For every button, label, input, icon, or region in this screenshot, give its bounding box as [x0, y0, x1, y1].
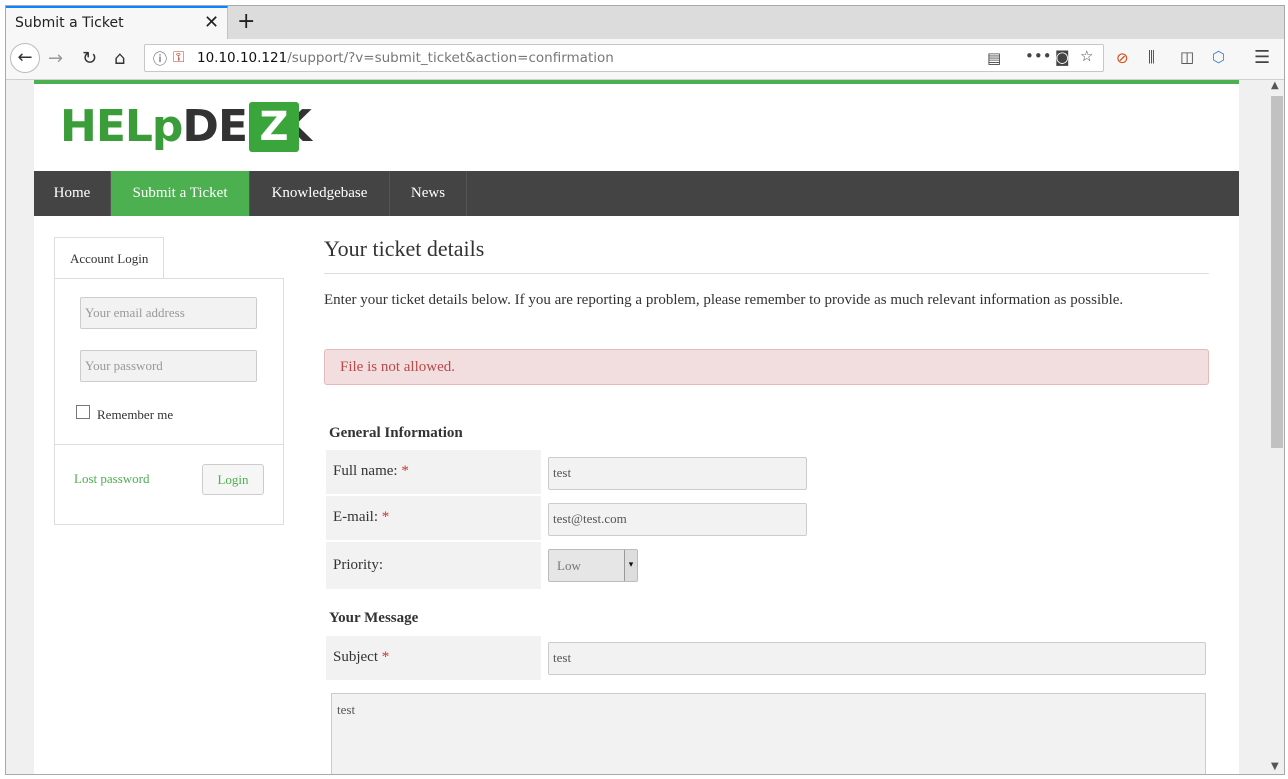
remember-me-checkbox[interactable] [76, 405, 90, 419]
hamburger-menu-icon[interactable]: ☰ [1254, 47, 1270, 68]
url-host: 10.10.10.121 [197, 50, 288, 66]
full-name-label-cell: Full name: * [326, 450, 541, 494]
url-path: /support/?v=submit_ticket&action=confirm… [287, 50, 614, 66]
back-icon[interactable]: ← [10, 43, 40, 73]
message-textarea[interactable]: test [331, 693, 1206, 774]
subject-input[interactable]: test [548, 642, 1206, 675]
account-login-tab-label: Account Login [70, 251, 149, 266]
alert-text: File is not allowed. [340, 359, 455, 375]
login-password-input[interactable]: Your password [80, 350, 257, 382]
scrollbar-thumb[interactable] [1271, 96, 1283, 448]
remember-me-label: Remember me [97, 407, 174, 422]
your-message-heading: Your Message [329, 610, 419, 626]
menu-home[interactable]: Home [34, 171, 111, 216]
reload-icon[interactable]: ↻ [82, 49, 97, 69]
menu-knowledgebase[interactable]: Knowledgebase [250, 171, 390, 216]
bookmark-star-icon[interactable]: ☆ [1080, 47, 1093, 65]
main-menu: Home Submit a Ticket Knowledgebase News [34, 171, 1239, 216]
priority-label-cell: Priority: [326, 542, 541, 589]
error-alert: File is not allowed. [324, 349, 1209, 385]
subject-label-cell: Subject * [326, 636, 541, 680]
close-tab-icon[interactable]: ✕ [204, 12, 219, 33]
priority-select[interactable]: Low ▾ [548, 549, 638, 582]
full-name-label: Full name: * [333, 463, 409, 480]
logo-text-green: HELp [60, 101, 183, 152]
logo-badge: Z [249, 102, 299, 152]
account-login-tab[interactable]: Account Login [54, 237, 164, 279]
login-panel: Your email address Your password Remembe… [54, 278, 284, 525]
menu-submit-ticket[interactable]: Submit a Ticket [111, 171, 250, 216]
pocket-icon[interactable]: ◙ [1055, 48, 1070, 66]
navigation-toolbar: ← → ↻ ⌂ ⓘ ⚿ 10.10.10.121/support/?v=subm… [6, 39, 1284, 80]
insecure-lock-icon[interactable]: ⚿ [173, 48, 184, 66]
full-name-input[interactable]: test [548, 457, 807, 490]
email-label: E-mail: * [333, 509, 389, 526]
scroll-down-icon[interactable]: ▼ [1271, 761, 1279, 772]
lost-password-link[interactable]: Lost password [74, 471, 149, 487]
full-name-label-text: Full name: [333, 463, 398, 479]
browser-tab[interactable]: Submit a Ticket ✕ [6, 6, 228, 40]
info-icon[interactable]: ⓘ [153, 49, 167, 69]
message-text: test [337, 702, 356, 717]
page-actions-icon[interactable]: ••• [1025, 47, 1052, 65]
address-bar[interactable]: ⓘ ⚿ 10.10.10.121/support/?v=submit_ticke… [144, 44, 1104, 72]
helpdesk-page: HELpDESK Z Home Submit a Ticket Knowledg… [34, 80, 1239, 774]
priority-value: Low [557, 558, 581, 573]
scroll-up-icon[interactable]: ▲ [1271, 80, 1279, 91]
intro-text: Enter your ticket details below. If you … [324, 292, 1124, 308]
email-label-cell: E-mail: * [326, 496, 541, 540]
required-mark: * [381, 509, 390, 525]
browser-window: Submit a Ticket ✕ + ← → ↻ ⌂ ⓘ ⚿ 10.10.10… [5, 5, 1285, 775]
required-mark: * [401, 463, 409, 479]
menu-news[interactable]: News [390, 171, 467, 216]
priority-label: Priority: [333, 557, 384, 573]
email-label-text: E-mail: [333, 509, 378, 525]
subject-label-text: Subject [333, 649, 378, 665]
extension-icon[interactable]: ⬡ [1212, 48, 1225, 66]
forward-icon[interactable]: → [48, 49, 63, 69]
tab-bar: Submit a Ticket ✕ + [6, 6, 1284, 40]
subject-label: Subject * [333, 649, 389, 666]
noscript-icon[interactable]: ⊘ [1116, 49, 1129, 67]
email-input[interactable]: test@test.com [548, 503, 807, 536]
login-email-input[interactable]: Your email address [80, 297, 257, 329]
page-scrollbar[interactable]: ▲ ▼ [1268, 80, 1284, 774]
general-info-heading: General Information [329, 425, 463, 441]
login-divider [55, 444, 283, 445]
required-mark: * [381, 649, 390, 665]
library-icon[interactable]: ⫼ [1148, 48, 1155, 66]
reader-view-icon[interactable]: ▤ [987, 49, 1001, 67]
home-icon[interactable]: ⌂ [114, 49, 125, 69]
url-text[interactable]: 10.10.10.121/support/?v=submit_ticket&ac… [197, 50, 614, 66]
sidebar-toggle-icon[interactable]: ◫ [1180, 48, 1194, 66]
title-divider [324, 273, 1209, 274]
page-viewport: HELpDESK Z Home Submit a Ticket Knowledg… [6, 80, 1284, 774]
login-button[interactable]: Login [202, 464, 264, 495]
new-tab-icon[interactable]: + [237, 9, 255, 34]
page-title: Your ticket details [324, 236, 485, 261]
dropdown-arrow-icon: ▾ [624, 550, 637, 581]
tab-title: Submit a Ticket [15, 15, 124, 31]
